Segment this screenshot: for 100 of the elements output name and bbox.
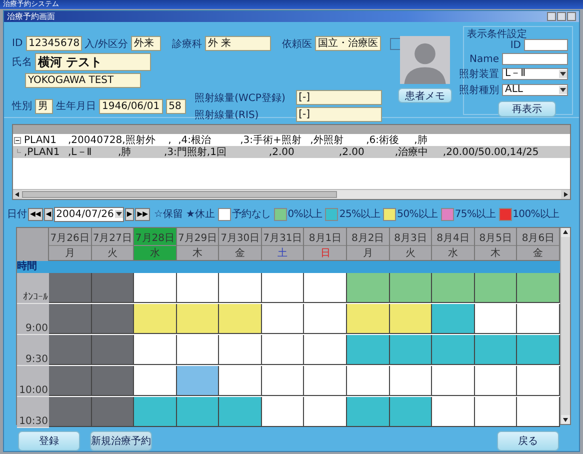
legend-label: 25%以上 <box>339 208 380 222</box>
time-slot[interactable] <box>517 397 560 427</box>
plan-cell-text: ,L－Ⅱ <box>68 146 93 159</box>
checkbox[interactable] <box>390 38 402 50</box>
time-slot[interactable] <box>219 366 262 396</box>
time-slot[interactable] <box>219 335 262 365</box>
time-slot[interactable] <box>347 304 390 334</box>
time-slot[interactable] <box>134 366 177 396</box>
time-slot[interactable] <box>176 335 220 365</box>
field-label: 照射線量(RIS) <box>194 108 260 122</box>
time-slot[interactable] <box>347 335 390 365</box>
time-slot[interactable] <box>432 366 475 396</box>
time-slot[interactable] <box>219 304 262 334</box>
weekday-label: 水 <box>134 245 176 260</box>
day-header[interactable]: 8月2日 月 <box>347 228 390 261</box>
id-input[interactable] <box>524 39 568 51</box>
time-slot[interactable] <box>304 366 348 396</box>
scroll-up-icon[interactable] <box>561 228 570 237</box>
window-controls-icon[interactable] <box>547 12 576 21</box>
time-slot[interactable] <box>304 397 348 427</box>
time-slot[interactable] <box>517 273 560 303</box>
time-slot[interactable] <box>176 273 220 303</box>
day-header[interactable]: 7月26日 月 <box>49 228 92 261</box>
plan-row[interactable]: ,PLAN1 ,L－Ⅱ ,肺 ,3:門照射,1回 ,2.00 ,2.00 ,治療中 ,20.00/50.00,14/25 <box>13 146 570 158</box>
time-label: 9:30 <box>17 335 49 366</box>
time-slot[interactable] <box>134 397 177 427</box>
time-slot[interactable] <box>304 304 348 334</box>
scroll-left-icon[interactable] <box>13 190 22 199</box>
time-slot[interactable] <box>304 273 348 303</box>
time-slot[interactable] <box>432 335 475 365</box>
time-slot[interactable] <box>262 366 304 396</box>
name-input[interactable] <box>502 53 568 65</box>
scrollbar-thumb[interactable] <box>22 190 337 198</box>
date-label: 8月1日 <box>308 232 342 245</box>
collapse-icon[interactable] <box>14 136 21 144</box>
day-header[interactable]: 8月3日 火 <box>390 228 432 261</box>
time-slot[interactable] <box>517 304 560 334</box>
sex-field: 男 <box>35 98 53 114</box>
day-header[interactable]: 8月6日 金 <box>517 228 560 261</box>
time-slot[interactable] <box>134 273 177 303</box>
day-header[interactable]: 7月30日 金 <box>219 228 262 261</box>
time-slot[interactable] <box>432 304 475 334</box>
day-header[interactable]: 7月29日 木 <box>176 228 220 261</box>
weekday-label: 火 <box>390 245 432 260</box>
id-field: 12345678 <box>26 36 82 51</box>
time-slot[interactable] <box>219 397 262 427</box>
time-slot[interactable] <box>304 335 348 365</box>
time-slot[interactable] <box>432 273 475 303</box>
time-slot[interactable] <box>517 366 560 396</box>
time-slot[interactable] <box>262 304 304 334</box>
device-dropdown[interactable]: L－Ⅱ <box>502 68 568 80</box>
day-header[interactable]: 8月4日 水 <box>432 228 475 261</box>
time-slot[interactable] <box>390 335 432 365</box>
time-slot[interactable] <box>474 304 518 334</box>
day-header[interactable]: 8月1日 日 <box>304 228 348 261</box>
time-slot[interactable] <box>262 335 304 365</box>
refresh-button[interactable]: 再表示 <box>498 101 556 117</box>
legend-label: 50%以上 <box>397 208 438 222</box>
memo-button[interactable]: 患者メモ <box>398 88 452 103</box>
time-slot[interactable] <box>176 304 220 334</box>
time-slot[interactable] <box>176 366 220 396</box>
time-slot[interactable] <box>474 366 518 396</box>
time-slot[interactable] <box>219 273 262 303</box>
dose-field: [-] <box>296 90 382 105</box>
day-header[interactable]: 8月5日 木 <box>474 228 518 261</box>
plan-cell-text: ,4:根治 <box>178 134 212 146</box>
register-button[interactable]: 登録 <box>18 431 80 451</box>
time-slot[interactable] <box>347 397 390 427</box>
time-slot[interactable] <box>134 335 177 365</box>
time-slot[interactable] <box>390 273 432 303</box>
time-slot[interactable] <box>474 397 518 427</box>
day-header[interactable]: 7月28日 水 <box>134 228 177 261</box>
time-slot[interactable] <box>347 366 390 396</box>
time-slot[interactable] <box>262 397 304 427</box>
day-header[interactable]: 7月31日 土 <box>262 228 304 261</box>
time-slot[interactable] <box>474 335 518 365</box>
type-dropdown[interactable]: ALL <box>502 84 568 96</box>
plan-cell-text: ,肺 <box>118 146 132 159</box>
time-slot[interactable] <box>390 304 432 334</box>
plan-row[interactable]: PLAN1 ,20040728,照射外 , ,4:根治 ,3:手術+照射 ,外照射 ,6:術後 ,肺 <box>13 134 570 146</box>
caret-icon <box>559 86 567 94</box>
new-booking-button[interactable]: 新規治療予約 <box>90 431 152 451</box>
time-slot[interactable] <box>176 397 220 427</box>
age-field: 58 <box>166 98 186 114</box>
time-slot[interactable] <box>390 397 432 427</box>
time-slot[interactable] <box>262 273 304 303</box>
weekday-label: 火 <box>92 245 134 260</box>
scroll-right-icon[interactable] <box>561 190 570 199</box>
time-slot[interactable] <box>474 273 518 303</box>
field-label: 照射種別 <box>459 84 499 97</box>
back-button[interactable]: 戻る <box>497 431 559 451</box>
scroll-down-icon[interactable] <box>561 415 570 424</box>
time-slot[interactable] <box>517 335 560 365</box>
plan-cell-text: ,外照射 <box>310 134 344 147</box>
time-slot[interactable] <box>347 273 390 303</box>
time-slot[interactable] <box>134 304 177 334</box>
date-dropdown[interactable]: 2004/07/26 <box>54 206 124 222</box>
time-slot[interactable] <box>432 397 475 427</box>
time-slot[interactable] <box>390 366 432 396</box>
day-header[interactable]: 7月27日 火 <box>92 228 134 261</box>
